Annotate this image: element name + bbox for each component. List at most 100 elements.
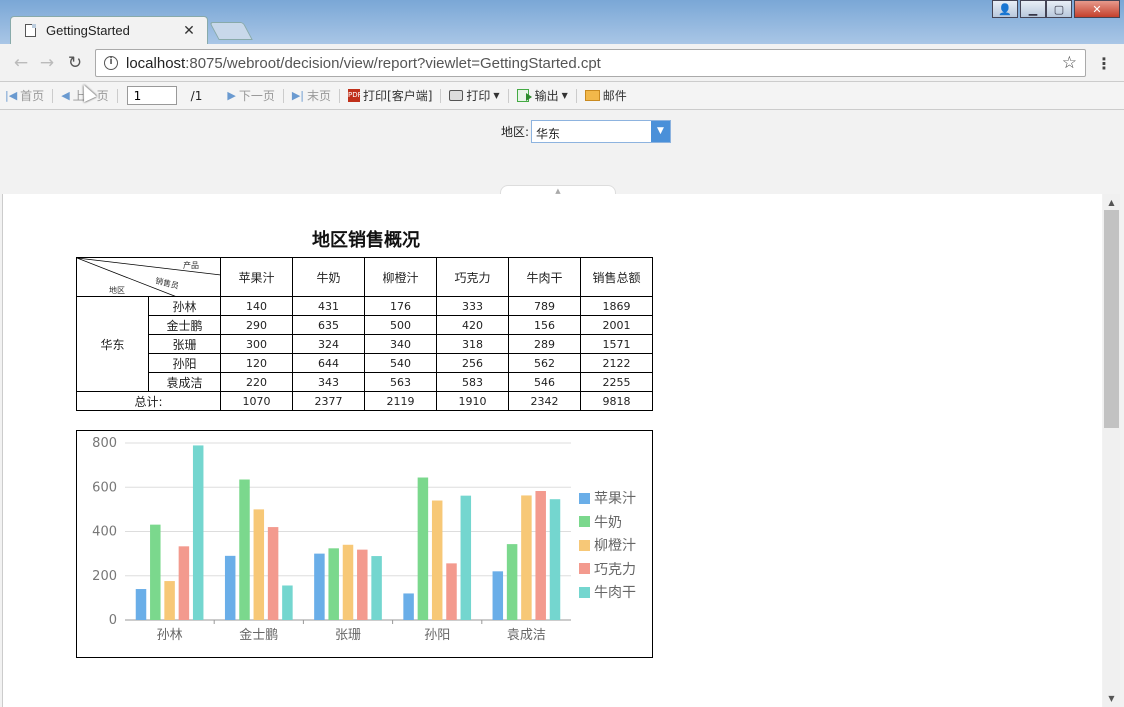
next-page-button[interactable]: ▶ 下一页 xyxy=(222,87,279,104)
page-total: /1 xyxy=(190,88,203,103)
printer-icon xyxy=(449,90,464,101)
back-arrow-icon[interactable]: ← xyxy=(10,52,32,74)
forward-arrow-icon[interactable]: → xyxy=(36,52,58,74)
value-cell: 140 xyxy=(220,296,293,316)
product-header: 牛奶 xyxy=(292,257,365,297)
bar xyxy=(135,589,147,620)
user-profile-icon[interactable]: 👤 xyxy=(992,0,1018,18)
last-page-label: 末页 xyxy=(307,89,332,103)
legend-item[interactable]: 苹果汁 xyxy=(579,488,636,508)
legend-label: 巧克力 xyxy=(594,561,636,578)
bar xyxy=(431,500,443,620)
last-page-button[interactable]: ▶| 末页 xyxy=(287,87,336,104)
y-tick-label: 400 xyxy=(92,525,117,540)
next-page-icon: ▶ xyxy=(227,89,236,102)
bar xyxy=(314,553,325,620)
row-total-cell: 2001 xyxy=(580,315,653,335)
mail-button[interactable]: 邮件 xyxy=(580,87,632,104)
bar xyxy=(328,548,339,620)
toolbar-divider xyxy=(52,88,54,103)
totals-row: 总计: 1070 2377 2119 1910 2342 9818 xyxy=(76,391,653,411)
salesperson-cell: 金士鹏 xyxy=(148,315,221,335)
print-client-label: 打印[客户端] xyxy=(363,89,433,103)
reload-icon[interactable]: ↻ xyxy=(64,52,86,74)
column-total-cell: 2119 xyxy=(364,391,437,411)
dropdown-caret-icon: ▼ xyxy=(561,91,568,100)
bookmark-star-icon[interactable]: ☆ xyxy=(1062,53,1077,73)
legend-item[interactable]: 巧克力 xyxy=(579,559,636,579)
toolbar-divider xyxy=(116,88,118,103)
bar xyxy=(549,499,561,620)
scrollbar-thumb[interactable] xyxy=(1104,210,1119,428)
value-cell: 120 xyxy=(220,353,293,373)
region-param-label: 地区: xyxy=(501,125,530,139)
report-content: 地区销售概况 产品 销售员 地区 苹果汁 牛奶 柳橙汁 巧克力 牛肉干 销售总额… xyxy=(2,194,1102,707)
bar xyxy=(492,571,504,620)
window-close-button[interactable]: ✕ xyxy=(1074,0,1120,18)
bar xyxy=(403,593,414,620)
dropdown-caret-icon: ▼ xyxy=(493,91,500,100)
x-tick-label: 金士鹏 xyxy=(239,627,278,643)
value-cell: 500 xyxy=(364,315,437,335)
legend-item[interactable]: 牛奶 xyxy=(579,512,622,532)
chevron-down-icon[interactable]: ▼ xyxy=(651,121,670,142)
first-page-label: 首页 xyxy=(20,89,45,103)
value-cell: 156 xyxy=(508,315,581,335)
mail-label: 邮件 xyxy=(602,89,627,103)
first-page-icon: |◀ xyxy=(5,89,18,102)
diagonal-header-cell: 产品 销售员 地区 xyxy=(76,257,221,297)
value-cell: 324 xyxy=(292,334,365,354)
diagonal-lines xyxy=(77,258,221,297)
address-bar[interactable]: i localhost:8075/webroot/decision/view/r… xyxy=(95,49,1086,77)
info-icon[interactable]: i xyxy=(104,56,118,70)
y-tick-label: 600 xyxy=(92,480,117,495)
diag-product-label: 产品 xyxy=(183,261,199,270)
sales-table: 产品 销售员 地区 苹果汁 牛奶 柳橙汁 巧克力 牛肉干 销售总额 华东 孙林 … xyxy=(76,257,653,411)
x-tick-label: 袁成洁 xyxy=(507,628,546,643)
value-cell: 220 xyxy=(220,372,293,392)
scroll-up-arrow-icon[interactable]: ▲ xyxy=(1103,198,1120,207)
x-tick-label: 孙阳 xyxy=(424,628,450,643)
browser-tab[interactable]: GettingStarted ✕ xyxy=(10,16,208,44)
bar xyxy=(460,495,472,620)
table-row: 张珊 300 324 340 318 289 1571 xyxy=(77,334,653,354)
parameter-pane: 地区: 华东 ▼ ▲ xyxy=(0,110,1124,195)
last-page-icon: ▶| xyxy=(291,89,305,102)
bar xyxy=(282,585,293,620)
legend-swatch xyxy=(579,563,590,574)
column-total-cell: 1070 xyxy=(220,391,293,411)
salesperson-cell: 袁成洁 xyxy=(148,372,221,392)
export-button[interactable]: 输出 ▼ xyxy=(512,87,573,104)
table-row: 袁成洁 220 343 563 583 546 2255 xyxy=(77,372,653,392)
region-cell: 华东 xyxy=(76,296,149,392)
print-button[interactable]: 打印 ▼ xyxy=(444,87,504,104)
tab-close-icon[interactable]: ✕ xyxy=(181,23,197,39)
toolbar-divider xyxy=(507,88,509,103)
minimize-button[interactable]: ▁ xyxy=(1020,0,1046,18)
bar xyxy=(506,544,518,620)
browser-menu-icon[interactable]: ⋮ xyxy=(1096,54,1112,73)
value-cell: 318 xyxy=(436,334,509,354)
prev-page-icon: ◀ xyxy=(61,89,70,102)
legend-item[interactable]: 牛肉干 xyxy=(579,582,636,602)
toolbar-divider xyxy=(575,88,577,103)
new-tab-button[interactable] xyxy=(209,22,253,40)
maximize-button[interactable]: ▢ xyxy=(1046,0,1072,18)
x-tick-label: 张珊 xyxy=(335,628,361,643)
value-cell: 563 xyxy=(364,372,437,392)
bar xyxy=(535,491,546,620)
address-url[interactable]: localhost:8075/webroot/decision/view/rep… xyxy=(126,55,1062,72)
print-client-button[interactable]: PDF 打印[客户端] xyxy=(343,87,437,104)
scroll-down-arrow-icon[interactable]: ▼ xyxy=(1103,694,1120,703)
salesperson-cell: 张珊 xyxy=(148,334,221,354)
region-select[interactable]: 华东 ▼ xyxy=(531,120,671,143)
legend-label: 牛肉干 xyxy=(594,585,636,601)
tab-title: GettingStarted xyxy=(46,23,130,38)
page-number-input[interactable] xyxy=(126,86,177,105)
vertical-scrollbar[interactable]: ▲ ▼ xyxy=(1103,194,1120,707)
bar xyxy=(267,527,279,620)
y-tick-label: 200 xyxy=(92,569,117,584)
product-header: 巧克力 xyxy=(436,257,509,297)
legend-item[interactable]: 柳橙汁 xyxy=(579,535,636,555)
first-page-button[interactable]: |◀ 首页 xyxy=(0,87,49,104)
